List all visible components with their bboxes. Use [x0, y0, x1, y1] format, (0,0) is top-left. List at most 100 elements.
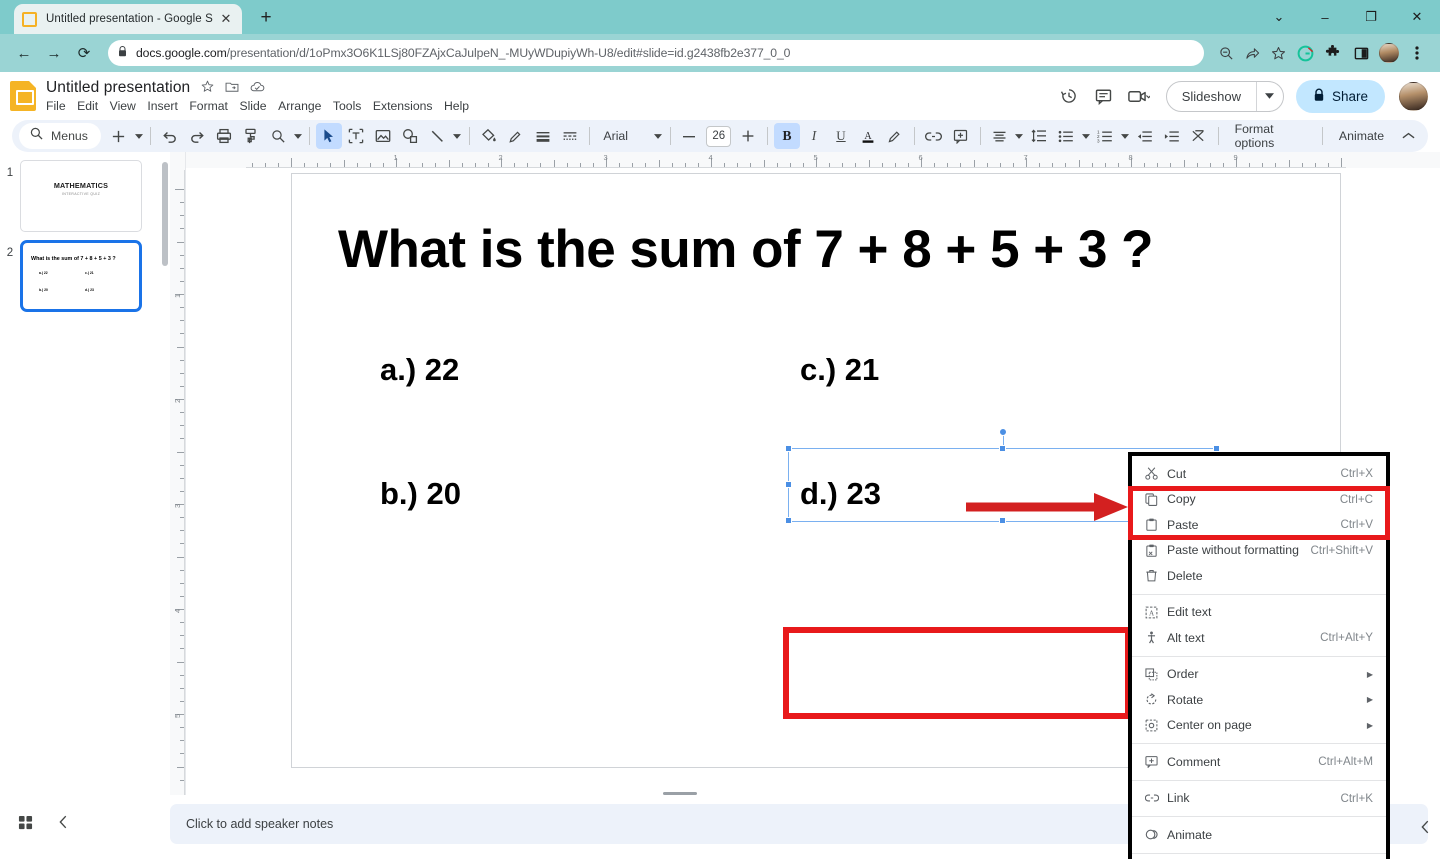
account-avatar[interactable] — [1399, 81, 1428, 111]
menu-slide[interactable]: Slide — [239, 99, 266, 113]
filmstrip-scrollbar[interactable] — [162, 162, 168, 266]
decrease-font-size-button[interactable] — [676, 123, 702, 149]
highlight-color-icon[interactable] — [882, 123, 908, 149]
collapse-toolbar-icon[interactable] — [1395, 123, 1421, 149]
redo-icon[interactable] — [184, 123, 210, 149]
border-weight-icon[interactable] — [530, 123, 556, 149]
filmstrip-item-1[interactable]: 1 MATHEMATICS INTERACTIVE QUIZ — [0, 160, 170, 232]
print-icon[interactable] — [211, 123, 237, 149]
paint-format-icon[interactable] — [238, 123, 264, 149]
context-menu[interactable]: Cut Ctrl+X Copy Ctrl+C Paste Ctrl+V Paste with… — [1128, 452, 1390, 859]
menu-arrange[interactable]: Arrange — [278, 99, 321, 113]
share-button[interactable]: Share — [1295, 79, 1385, 113]
puzzle-extensions-icon[interactable] — [1320, 40, 1346, 66]
menu-item-edit-text[interactable]: A Edit text — [1132, 600, 1386, 626]
line-icon[interactable] — [424, 123, 450, 149]
bulleted-list-icon[interactable] — [1053, 123, 1079, 149]
increase-indent-icon[interactable] — [1159, 123, 1185, 149]
numbered-caret-icon[interactable] — [1119, 133, 1130, 139]
address-bar[interactable]: docs.google.com/presentation/d/1oPmx3O6K… — [108, 40, 1204, 66]
resize-handle-tr[interactable] — [1213, 445, 1220, 452]
version-history-icon[interactable] — [1053, 80, 1085, 112]
browser-tab[interactable]: Untitled presentation - Google S ✕ — [14, 4, 242, 34]
menu-file[interactable]: File — [46, 99, 66, 113]
decrease-indent-icon[interactable] — [1132, 123, 1158, 149]
grammarly-icon[interactable] — [1292, 40, 1318, 66]
bold-icon[interactable]: B — [773, 123, 800, 149]
expand-panel-icon[interactable] — [1421, 820, 1430, 837]
minimize-icon[interactable]: – — [1302, 0, 1348, 34]
italic-icon[interactable]: I — [801, 123, 827, 149]
shape-icon[interactable] — [397, 123, 423, 149]
menu-item-animate[interactable]: Animate — [1132, 822, 1386, 848]
undo-icon[interactable] — [157, 123, 183, 149]
font-family-select[interactable]: Arial — [595, 129, 651, 143]
resize-handle-ml[interactable] — [785, 481, 792, 488]
menu-format[interactable]: Format — [189, 99, 228, 113]
profile-avatar[interactable] — [1376, 40, 1402, 66]
star-icon[interactable] — [201, 80, 214, 96]
zoom-icon[interactable] — [265, 123, 291, 149]
chevron-down-icon[interactable] — [1255, 81, 1283, 111]
collapse-filmstrip-icon[interactable] — [59, 815, 68, 833]
meet-camera-icon[interactable] — [1123, 80, 1155, 112]
menu-view[interactable]: View — [110, 99, 136, 113]
menu-item-comment[interactable]: Comment Ctrl+Alt+M — [1132, 749, 1386, 775]
insert-comment-icon[interactable] — [948, 123, 974, 149]
add-slide-caret-icon[interactable] — [133, 133, 144, 139]
line-spacing-icon[interactable] — [1026, 123, 1052, 149]
increase-font-size-button[interactable] — [735, 123, 761, 149]
slide-option-a[interactable]: a.) 22 — [380, 352, 459, 388]
align-icon[interactable] — [987, 123, 1013, 149]
menu-tools[interactable]: Tools — [333, 99, 361, 113]
menu-item-alt-text[interactable]: Alt text Ctrl+Alt+Y — [1132, 625, 1386, 651]
bulleted-caret-icon[interactable] — [1080, 133, 1091, 139]
bookmark-star-icon[interactable] — [1266, 41, 1290, 65]
filmstrip-item-2[interactable]: 2 What is the sum of 7 + 8 + 5 + 3 ? a.)… — [0, 240, 170, 312]
move-to-folder-icon[interactable] — [225, 80, 239, 96]
reload-icon[interactable]: ⟳ — [70, 39, 98, 67]
menu-extensions[interactable]: Extensions — [373, 99, 433, 113]
text-color-icon[interactable]: A — [855, 123, 881, 149]
fill-color-icon[interactable] — [476, 123, 502, 149]
grid-view-icon[interactable] — [18, 815, 33, 834]
line-caret-icon[interactable] — [451, 133, 462, 139]
slide-thumbnail[interactable]: MATHEMATICS INTERACTIVE QUIZ — [20, 160, 142, 232]
close-icon[interactable]: ✕ — [218, 11, 234, 27]
chevron-down-icon[interactable]: ⌄ — [1256, 0, 1302, 34]
menu-item-link[interactable]: Link Ctrl+K — [1132, 786, 1386, 812]
align-caret-icon[interactable] — [1014, 133, 1025, 139]
font-caret-icon[interactable] — [652, 133, 663, 139]
animate-button[interactable]: Animate — [1329, 129, 1394, 143]
menus-search-button[interactable]: Menus — [19, 123, 101, 149]
add-icon[interactable] — [106, 123, 132, 149]
menu-edit[interactable]: Edit — [77, 99, 98, 113]
cloud-saved-icon[interactable] — [250, 81, 265, 96]
resize-handle-tl[interactable] — [785, 445, 792, 452]
sidepanel-icon[interactable] — [1348, 40, 1374, 66]
slide-option-b[interactable]: b.) 20 — [380, 476, 461, 512]
insert-link-icon[interactable] — [921, 123, 947, 149]
menu-item-cut[interactable]: Cut Ctrl+X — [1132, 461, 1386, 487]
text-box-icon[interactable] — [343, 123, 369, 149]
underline-icon[interactable]: U — [828, 123, 854, 149]
menu-item-rotate[interactable]: Rotate ▶ — [1132, 687, 1386, 713]
border-dash-icon[interactable] — [557, 123, 583, 149]
zoom-out-icon[interactable] — [1214, 41, 1238, 65]
font-size-input[interactable]: 26 — [706, 125, 732, 147]
menu-item-paste[interactable]: Paste Ctrl+V — [1132, 512, 1386, 538]
slide-question[interactable]: What is the sum of 7 + 8 + 5 + 3 ? — [338, 219, 1328, 280]
menu-insert[interactable]: Insert — [147, 99, 177, 113]
share-icon[interactable] — [1240, 41, 1264, 65]
new-tab-button[interactable]: + — [252, 4, 280, 32]
slide-option-c[interactable]: c.) 21 — [800, 352, 879, 388]
forward-icon[interactable]: → — [40, 39, 68, 67]
numbered-list-icon[interactable]: 123 — [1092, 123, 1118, 149]
maximize-icon[interactable]: ❐ — [1348, 0, 1394, 34]
back-icon[interactable]: ← — [10, 39, 38, 67]
format-options-button[interactable]: Format options — [1225, 122, 1316, 150]
insert-image-icon[interactable] — [370, 123, 396, 149]
comment-icon[interactable] — [1088, 80, 1120, 112]
resize-handle-bl[interactable] — [785, 517, 792, 524]
slideshow-button[interactable]: Slideshow — [1165, 80, 1284, 112]
